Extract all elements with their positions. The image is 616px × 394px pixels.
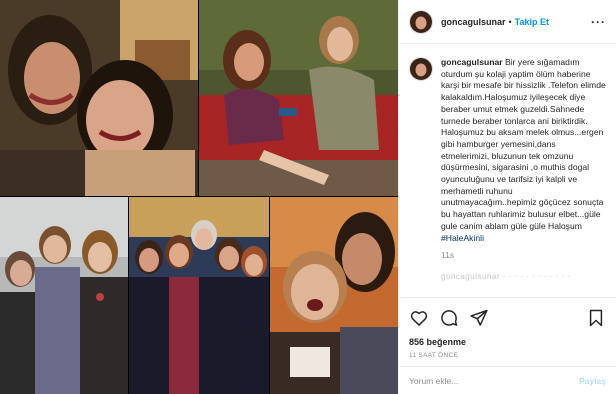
hashtag-link[interactable]: #HaleAkinli xyxy=(441,233,484,243)
header-username[interactable]: goncagulsunar xyxy=(441,17,506,27)
more-options-icon[interactable]: ··· xyxy=(591,15,606,29)
avatar[interactable] xyxy=(409,9,433,34)
collage-photo-3 xyxy=(0,197,128,394)
heart-icon[interactable] xyxy=(409,308,429,328)
collage-photo-1 xyxy=(0,0,198,196)
comment-input[interactable] xyxy=(409,375,580,386)
follow-button[interactable]: Takip Et xyxy=(515,17,549,27)
bookmark-icon[interactable] xyxy=(586,308,606,328)
caption-text: Bir yere sığamadım oturdum şu kolaji yap… xyxy=(441,57,606,231)
share-icon[interactable] xyxy=(469,308,489,328)
caption-body: goncagulsunar Bir yere sığamadım oturdum… xyxy=(441,57,606,262)
likes-count[interactable]: 856 beğenme xyxy=(409,337,606,347)
comment-icon[interactable] xyxy=(439,308,459,328)
post-timestamp: 11 SAAT ÖNCE xyxy=(409,352,459,359)
faded-comment: goncagulsunar · · · · · · · · · · · · xyxy=(441,271,571,281)
collage-photo-4 xyxy=(129,197,269,394)
post-side-panel: goncagulsunar • Takip Et ··· goncagulsun… xyxy=(398,0,616,394)
caption-username[interactable]: goncagulsunar xyxy=(441,57,503,67)
post-actions: 856 beğenme 11 SAAT ÖNCE xyxy=(399,297,616,359)
separator-dot: • xyxy=(508,16,512,27)
post-header: goncagulsunar • Takip Et ··· xyxy=(399,0,616,44)
post-image-collage[interactable] xyxy=(0,0,398,394)
collage-photo-5 xyxy=(270,197,398,394)
action-icons xyxy=(409,306,606,330)
caption-comment: goncagulsunar Bir yere sığamadım oturdum… xyxy=(409,57,606,262)
post-comment-button[interactable]: Paylaş xyxy=(579,376,606,386)
collage-photo-2 xyxy=(199,0,398,196)
avatar[interactable] xyxy=(409,57,433,81)
caption-time: 11s xyxy=(441,250,455,261)
add-comment-bar: Paylaş xyxy=(399,366,616,394)
comments-section[interactable]: goncagulsunar Bir yere sığamadım oturdum… xyxy=(399,45,616,297)
